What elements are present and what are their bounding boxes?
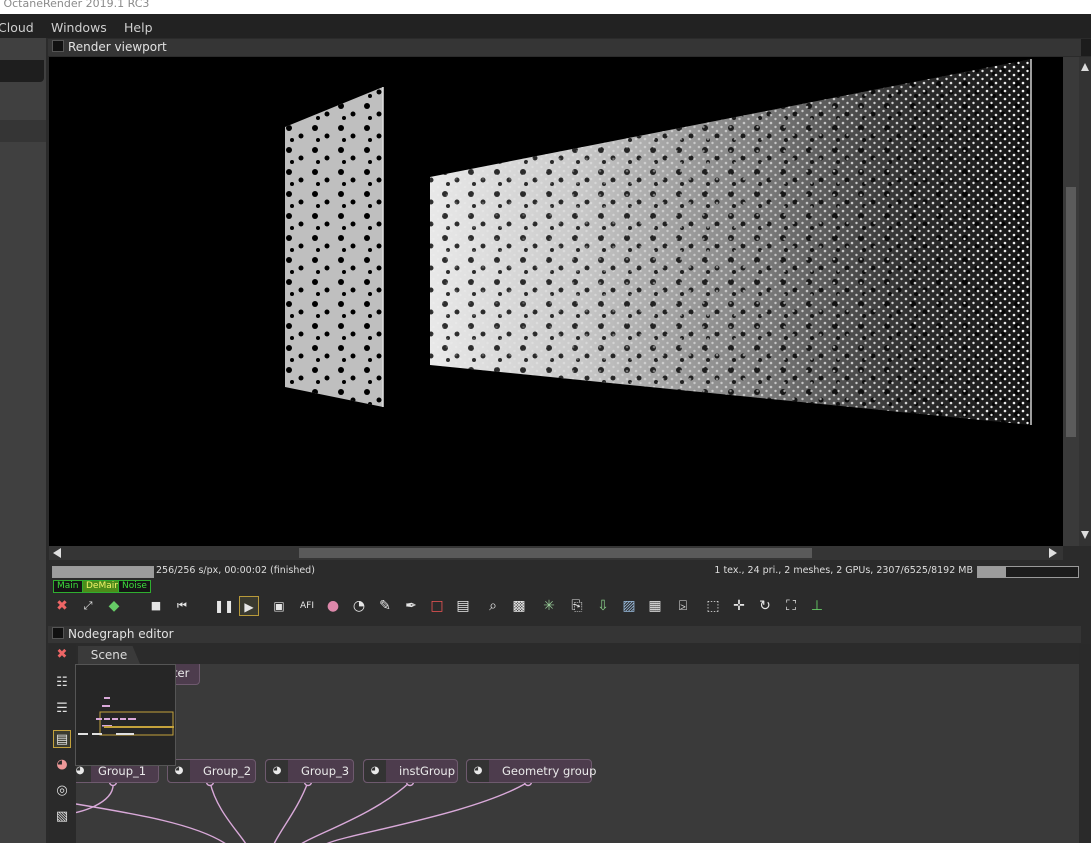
left-panel-header: [0, 60, 44, 82]
group-node-icon: ◕: [364, 760, 386, 782]
pause-icon[interactable]: ❚❚: [214, 596, 234, 616]
menu-cloud[interactable]: Cloud: [0, 20, 34, 35]
render-viewport-title-text: Render viewport: [68, 40, 167, 54]
scroll-right-icon[interactable]: [1049, 548, 1057, 558]
clay-node-icon[interactable]: ✖: [53, 646, 71, 664]
material-picker-icon[interactable]: ◔: [349, 596, 369, 616]
viewport-horizontal-scroll-thumb[interactable]: [299, 548, 812, 558]
viewport-horizontal-scrollbar[interactable]: [49, 546, 1063, 560]
cube-gizmo-icon[interactable]: ⬚: [703, 596, 723, 616]
left-panel-mesh: [285, 87, 384, 407]
nodegraph-canvas[interactable]: ter ◕ Group_1 ◕ Group_2 ◕ Group_3 ◕ instGrou…: [76, 664, 1079, 843]
left-panel: [0, 38, 46, 843]
menu-windows[interactable]: Windows: [51, 20, 107, 35]
node-wires: [76, 777, 533, 843]
resolution-icon[interactable]: ▩: [509, 596, 529, 616]
node-group-3[interactable]: ◕ Group_3: [265, 759, 354, 783]
window-titlebar: - OctaneRender 2019.1 RC3: [0, 0, 1091, 14]
nodegraph-minimap[interactable]: [75, 664, 176, 766]
region-render-icon[interactable]: ⤢: [78, 596, 98, 616]
render-viewport-title: Render viewport: [48, 39, 1081, 56]
render-region-icon[interactable]: ▤: [453, 596, 473, 616]
render-image: [285, 59, 1032, 425]
color-wheel-icon[interactable]: ●: [323, 596, 343, 616]
render-viewport-title-edge: [1081, 39, 1091, 56]
scroll-left-icon[interactable]: [53, 548, 61, 558]
afi-icon[interactable]: AFI: [297, 596, 317, 616]
tab-scene[interactable]: Scene: [78, 646, 140, 664]
group-node-icon: ◕: [266, 760, 288, 782]
node-inst-group[interactable]: ◕ instGroup: [363, 759, 458, 783]
memory-usage-bar: [977, 566, 1079, 578]
material-node-icon[interactable]: ◕: [53, 756, 71, 774]
paste-icon[interactable]: ⇩: [593, 596, 613, 616]
minimap-toggle-icon[interactable]: ▤: [53, 730, 71, 748]
nodegraph-editor-title-text: Nodegraph editor: [68, 627, 174, 641]
nodegraph-side-toolbar: ✖ ☷ ☴ ▤ ◕ ◎ ▧: [49, 644, 76, 843]
render-progress-fill: [53, 567, 153, 577]
film-region-icon[interactable]: □: [427, 596, 447, 616]
scroll-up-icon[interactable]: [1081, 63, 1089, 71]
nodegraph-editor-title: Nodegraph editor: [48, 626, 1081, 643]
viewport-vertical-scrollbar[interactable]: [1063, 57, 1079, 546]
save-icon[interactable]: ▨: [619, 596, 639, 616]
padlock-icon[interactable]: ⍄: [673, 596, 693, 616]
right-panel-mesh: [430, 59, 1032, 425]
render-toolbar: ✖ ⤢ ◆ ■ ⏮ ❚❚ ▶ ▣ AFI ● ◔ ✎ ✒ □ ▤ ⌕ ▩ ✳ ⎘…: [49, 596, 1079, 618]
axis-gizmo-icon[interactable]: ⊥: [807, 596, 827, 616]
right-dock-edge: [1079, 57, 1091, 546]
decal-icon[interactable]: ✳: [539, 596, 559, 616]
white-balance-picker-icon[interactable]: ✒: [401, 596, 421, 616]
geometry-node-icon[interactable]: ▧: [53, 808, 71, 826]
render-status-row: 256/256 s/px, 00:00:02 (finished) 1 tex.…: [49, 565, 1079, 578]
tree-layout-icon[interactable]: ☴: [53, 700, 71, 718]
menu-help[interactable]: Help: [124, 20, 153, 35]
texture-node-icon[interactable]: ◎: [53, 782, 71, 800]
pass-tab-noise[interactable]: Noise: [118, 580, 151, 593]
pass-tab-main[interactable]: Main: [53, 580, 83, 593]
lock-icon[interactable]: ▦: [645, 596, 665, 616]
nodegraph-right-edge: [1079, 644, 1091, 843]
minimap-viewport-rect: [99, 711, 174, 736]
render-viewport-checkbox[interactable]: [52, 40, 64, 52]
window-title: - OctaneRender 2019.1 RC3: [0, 0, 150, 10]
scroll-down-icon[interactable]: [1081, 531, 1089, 539]
render-stats-text: 1 tex., 24 pri., 2 meshes, 2 GPUs, 2307/…: [714, 565, 973, 576]
memory-usage-fill: [978, 567, 1006, 577]
viewport-vertical-scroll-thumb[interactable]: [1066, 187, 1076, 437]
render-status-text: 256/256 s/px, 00:00:02 (finished): [156, 565, 315, 576]
viewport-lock-icon[interactable]: ▣: [269, 596, 289, 616]
render-progress-bar: [52, 566, 154, 578]
scale-gizmo-icon[interactable]: ⛶: [781, 596, 801, 616]
nodegraph-tab-bar: Scene: [76, 644, 1079, 664]
node-group-2[interactable]: ◕ Group_2: [167, 759, 256, 783]
node-geometry-group[interactable]: ◕ Geometry group: [466, 759, 596, 783]
play-icon[interactable]: ▶: [239, 596, 259, 616]
move-gizmo-icon[interactable]: ✛: [729, 596, 749, 616]
rotate-gizmo-icon[interactable]: ↻: [755, 596, 775, 616]
group-node-icon: ◕: [467, 760, 489, 782]
left-panel-row: [0, 120, 46, 142]
rearrange-icon[interactable]: ☷: [53, 674, 71, 692]
zoom-icon[interactable]: ⌕: [483, 596, 503, 616]
menu-bar: Cloud Windows Help: [0, 14, 1091, 38]
focus-picker-icon[interactable]: ✎: [375, 596, 395, 616]
clay-render-icon[interactable]: ✖: [52, 596, 72, 616]
restart-icon[interactable]: ⏮: [172, 596, 192, 616]
color-cube-icon[interactable]: ◆: [104, 596, 124, 616]
stop-icon[interactable]: ■: [146, 596, 166, 616]
render-viewport[interactable]: [49, 57, 1063, 546]
nodegraph-editor-checkbox[interactable]: [52, 627, 64, 639]
copy-icon[interactable]: ⎘: [567, 596, 587, 616]
